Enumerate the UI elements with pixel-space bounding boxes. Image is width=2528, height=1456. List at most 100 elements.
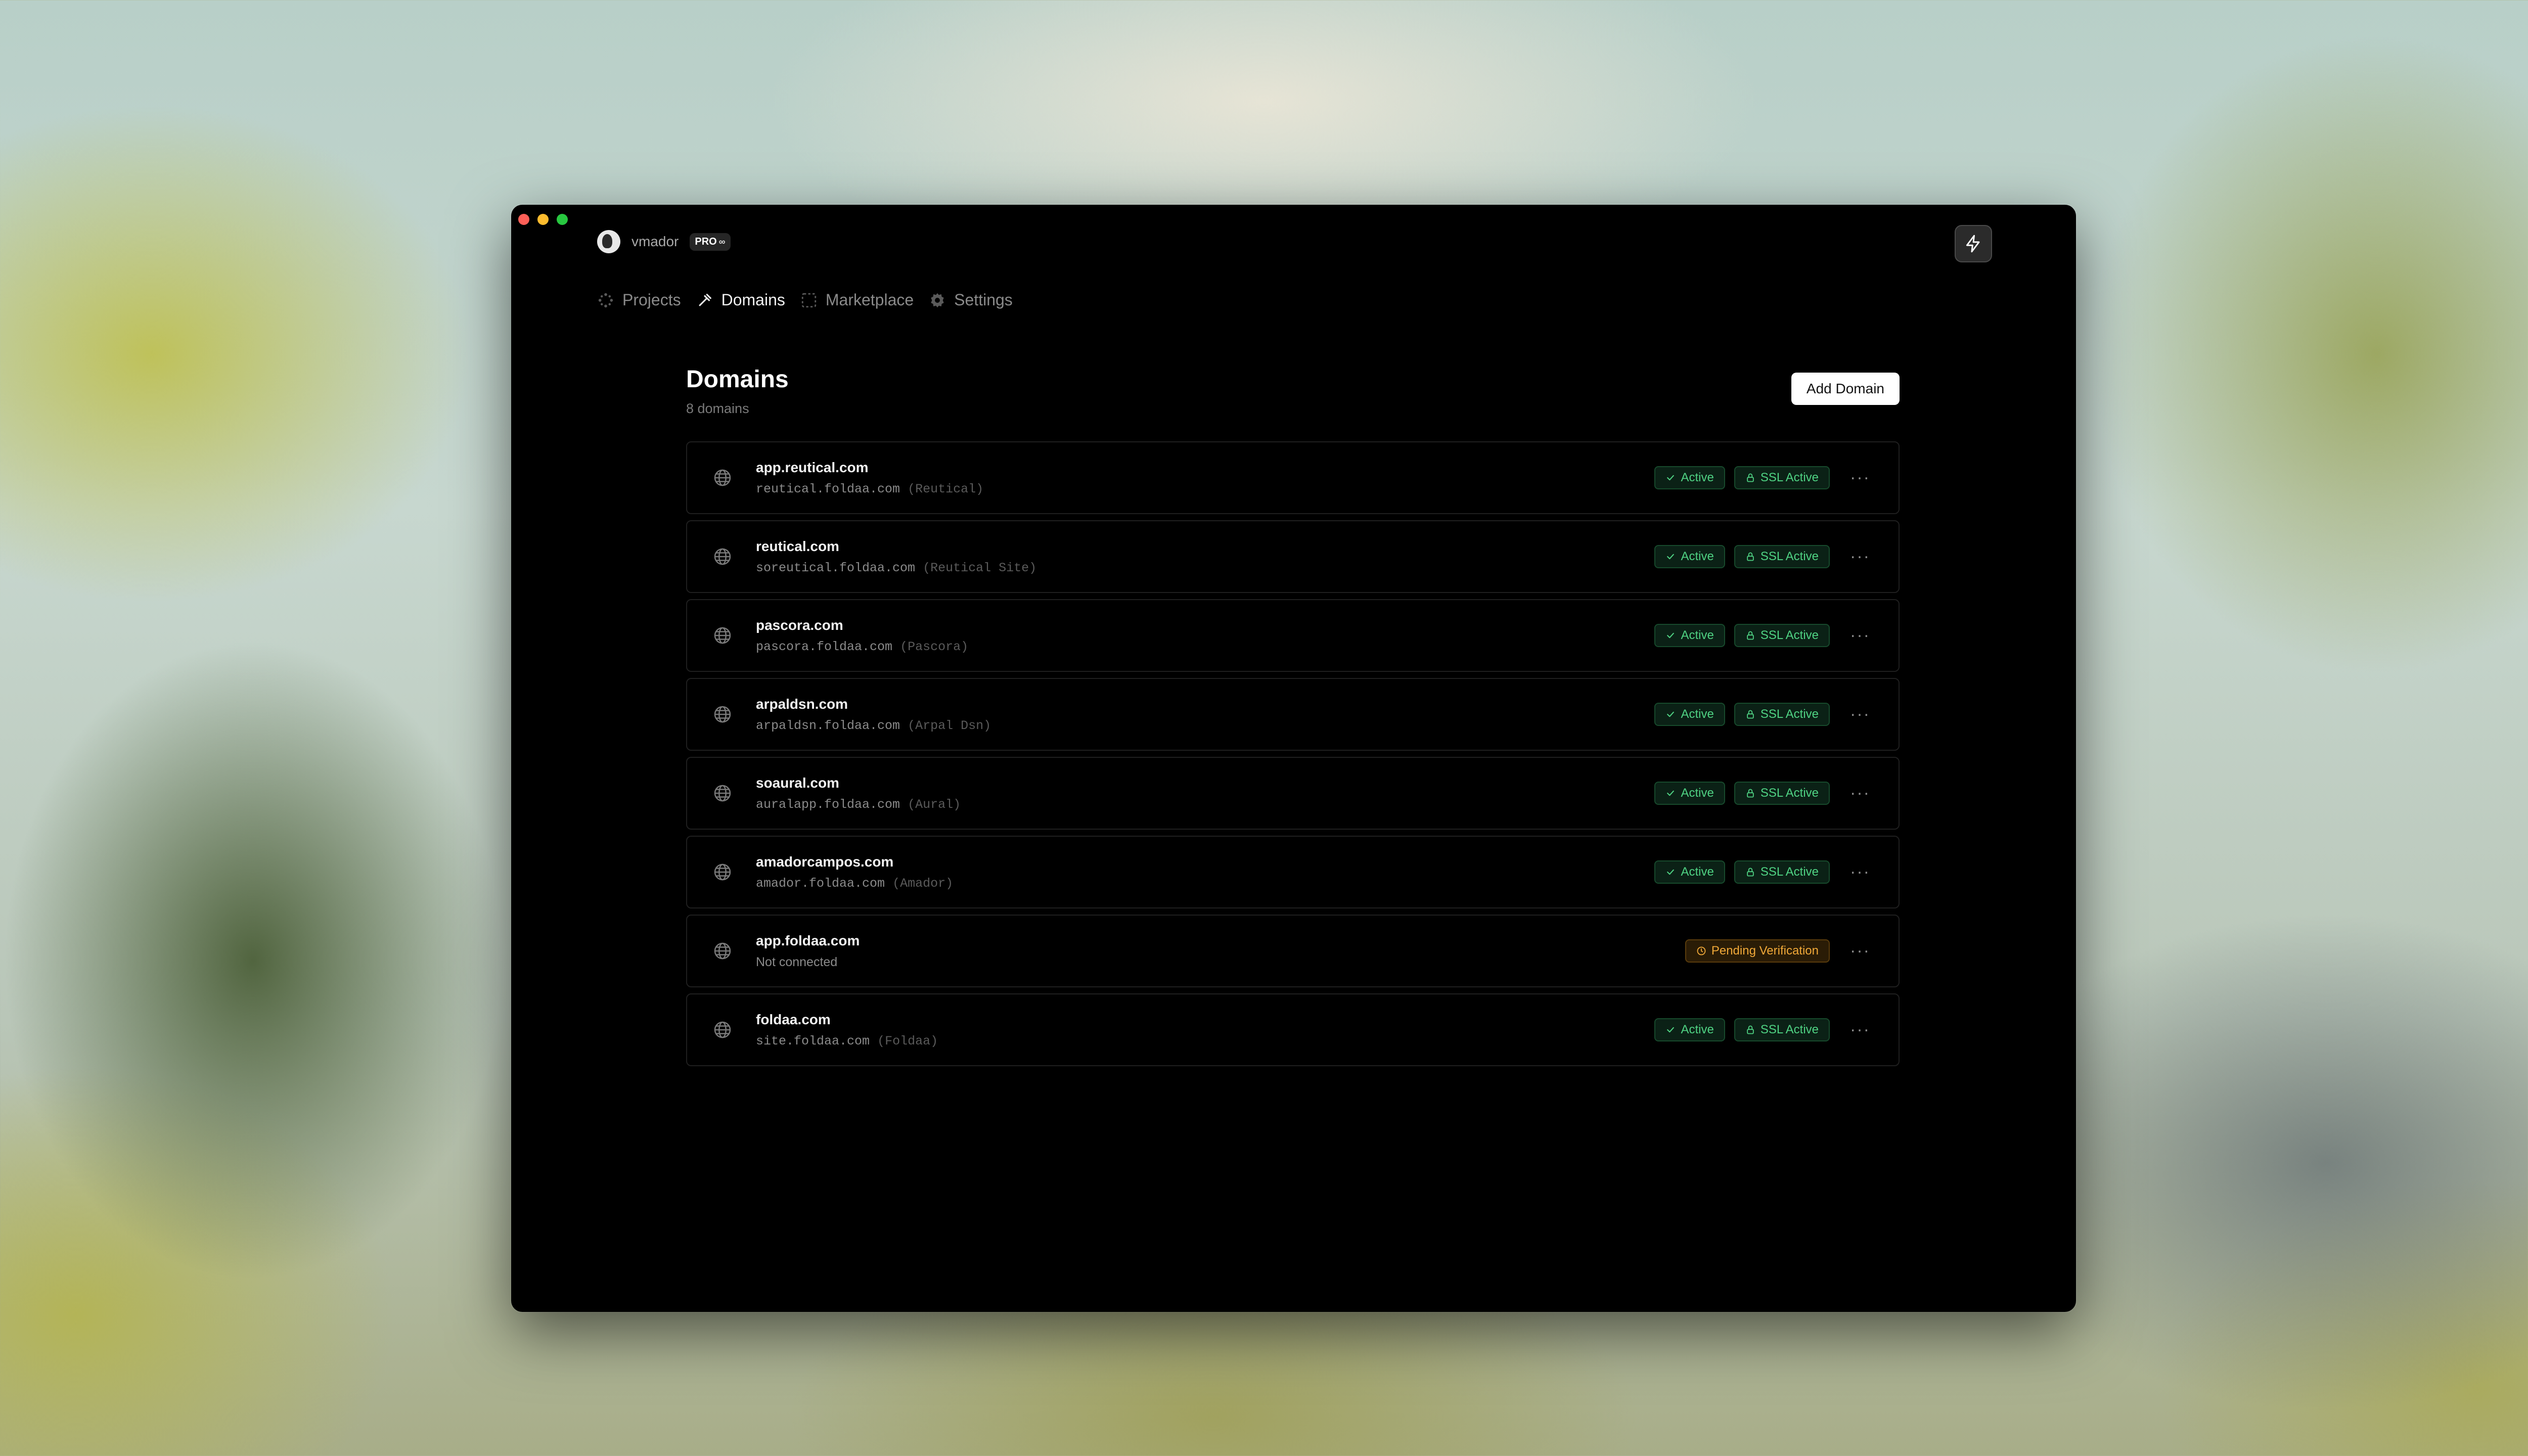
status-badge: Active: [1654, 624, 1725, 647]
status-label: Pending Verification: [1711, 944, 1819, 958]
avatar: [597, 230, 620, 253]
lock-icon: [1745, 867, 1755, 877]
domain-info: reutical.com soreutical.foldaa.com (Reuti…: [756, 538, 1036, 575]
check-icon: [1665, 867, 1676, 877]
domain-info: foldaa.com site.foldaa.com (Foldaa): [756, 1012, 938, 1049]
lock-icon: [1745, 473, 1755, 483]
globe-icon: [712, 941, 733, 961]
domain-name[interactable]: soaural.com: [756, 775, 961, 791]
domain-row[interactable]: foldaa.com site.foldaa.com (Foldaa) Active…: [686, 993, 1900, 1066]
status-badge: Active: [1654, 466, 1725, 489]
domain-row[interactable]: app.foldaa.com Not connected Pending Verif…: [686, 915, 1900, 987]
globe-icon: [712, 704, 733, 724]
nav-label: Settings: [954, 291, 1013, 309]
ssl-label: SSL Active: [1760, 707, 1819, 721]
target-host: arpaldsn.foldaa.com: [756, 718, 900, 733]
check-icon: [1665, 1025, 1676, 1035]
status-badge: Active: [1654, 860, 1725, 884]
target-project: (Amador): [892, 876, 954, 891]
lock-icon: [1745, 788, 1755, 798]
target-host: soreutical.foldaa.com: [756, 561, 916, 575]
more-options-button[interactable]: ···: [1847, 625, 1873, 646]
domain-target: Not connected: [756, 955, 860, 970]
domain-row[interactable]: reutical.com soreutical.foldaa.com (Reuti…: [686, 520, 1900, 593]
domain-name[interactable]: pascora.com: [756, 617, 968, 633]
status-badges: Active SSL Active: [1654, 545, 1830, 568]
more-options-button[interactable]: ···: [1847, 468, 1873, 488]
domain-row[interactable]: app.reutical.com reutical.foldaa.com (Reu…: [686, 441, 1900, 514]
status-badge: Active: [1654, 1018, 1725, 1041]
domain-list: app.reutical.com reutical.foldaa.com (Reu…: [686, 441, 1900, 1072]
add-domain-button[interactable]: Add Domain: [1791, 373, 1900, 405]
check-icon: [1665, 788, 1676, 798]
status-label: Active: [1681, 550, 1714, 563]
status-badges: Active SSL Active: [1654, 624, 1830, 647]
domain-name[interactable]: amadorcampos.com: [756, 854, 953, 870]
domain-row[interactable]: arpaldsn.com arpaldsn.foldaa.com (Arpal D…: [686, 678, 1900, 751]
domain-info: app.foldaa.com Not connected: [756, 933, 860, 970]
domain-name[interactable]: app.foldaa.com: [756, 933, 860, 949]
plan-label: PRO: [695, 236, 717, 247]
target-host: auralapp.foldaa.com: [756, 797, 900, 812]
domain-name[interactable]: app.reutical.com: [756, 460, 983, 476]
domain-name[interactable]: reutical.com: [756, 538, 1036, 555]
nav-item-domains[interactable]: Domains: [696, 291, 785, 309]
target-host: reutical.foldaa.com: [756, 482, 900, 496]
check-icon: [1665, 630, 1676, 641]
status-badges: Active SSL Active: [1654, 1018, 1830, 1041]
domain-row[interactable]: pascora.com pascora.foldaa.com (Pascora) A…: [686, 599, 1900, 672]
domain-info: arpaldsn.com arpaldsn.foldaa.com (Arpal D…: [756, 696, 991, 733]
more-options-button[interactable]: ···: [1847, 1020, 1873, 1040]
status-label: Active: [1681, 786, 1714, 800]
domains-icon: [696, 292, 713, 309]
domain-name[interactable]: arpaldsn.com: [756, 696, 991, 712]
nav-item-marketplace[interactable]: Marketplace: [800, 291, 914, 309]
domain-row[interactable]: soaural.com auralapp.foldaa.com (Aural) Ac…: [686, 757, 1900, 830]
nav-item-projects[interactable]: Projects: [597, 291, 681, 309]
main-nav: Projects Domains Marketplace Settings: [597, 291, 1028, 309]
globe-icon: [712, 625, 733, 646]
target-project: (Foldaa): [877, 1034, 938, 1049]
projects-icon: [597, 292, 614, 309]
nav-item-settings[interactable]: Settings: [929, 291, 1013, 309]
domain-name[interactable]: foldaa.com: [756, 1012, 938, 1028]
domain-info: app.reutical.com reutical.foldaa.com (Reu…: [756, 460, 983, 496]
check-icon: [1665, 709, 1676, 719]
zoom-window-button[interactable]: [557, 214, 568, 225]
username: vmador: [631, 234, 679, 249]
gear-icon: [929, 292, 946, 309]
account-switcher[interactable]: vmador PRO ∞: [597, 230, 731, 253]
more-options-button[interactable]: ···: [1847, 783, 1873, 804]
status-label: Active: [1681, 707, 1714, 721]
globe-icon: [712, 1020, 733, 1040]
check-icon: [1665, 473, 1676, 483]
ssl-badge: SSL Active: [1734, 624, 1830, 647]
domain-row[interactable]: amadorcampos.com amador.foldaa.com (Amado…: [686, 836, 1900, 908]
status-badges: Active SSL Active: [1654, 782, 1830, 805]
quick-action-button[interactable]: [1955, 225, 1992, 262]
nav-label: Domains: [721, 291, 785, 309]
target-host: site.foldaa.com: [756, 1034, 870, 1049]
more-options-button[interactable]: ···: [1847, 862, 1873, 883]
more-options-button[interactable]: ···: [1847, 941, 1873, 962]
lock-icon: [1745, 1025, 1755, 1035]
domain-target: reutical.foldaa.com (Reutical): [756, 482, 983, 496]
more-options-button[interactable]: ···: [1847, 547, 1873, 567]
lock-icon: [1745, 552, 1755, 562]
ssl-badge: SSL Active: [1734, 1018, 1830, 1041]
check-icon: [1665, 552, 1676, 562]
more-options-button[interactable]: ···: [1847, 704, 1873, 725]
target-host: pascora.foldaa.com: [756, 640, 893, 654]
minimize-window-button[interactable]: [537, 214, 549, 225]
close-window-button[interactable]: [518, 214, 529, 225]
status-badge: Active: [1654, 782, 1725, 805]
status-badge: Active: [1654, 703, 1725, 726]
globe-icon: [712, 783, 733, 803]
ssl-badge: SSL Active: [1734, 782, 1830, 805]
ssl-label: SSL Active: [1760, 628, 1819, 642]
status-label: Active: [1681, 628, 1714, 642]
status-badges: Active SSL Active: [1654, 466, 1830, 489]
ssl-badge: SSL Active: [1734, 466, 1830, 489]
clock-icon: [1696, 946, 1706, 956]
globe-icon: [712, 862, 733, 882]
